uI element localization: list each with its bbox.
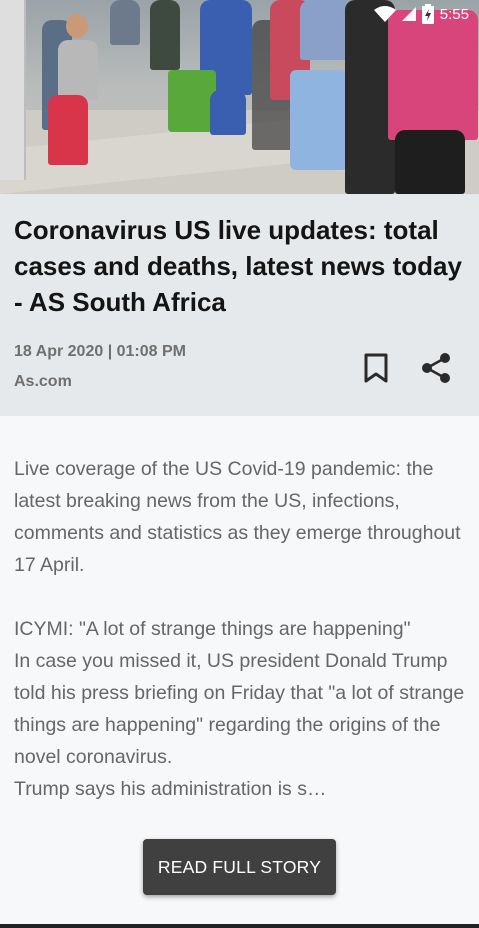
person-legs [210, 90, 246, 135]
person-legs [395, 130, 465, 194]
article-line: In case you missed it, US president Dona… [14, 650, 465, 768]
article-header: Coronavirus US live updates: total cases… [0, 194, 479, 416]
article-title: Coronavirus US live updates: total cases… [14, 215, 462, 317]
bookmark-button[interactable] [360, 351, 392, 385]
share-icon [422, 353, 450, 383]
wall [0, 0, 26, 180]
article-body: Live coverage of the US Covid-19 pandemi… [14, 453, 469, 805]
bookmark-icon [364, 353, 388, 383]
wifi-icon [373, 6, 396, 22]
person-figure [388, 10, 478, 140]
hero-image: 5:55 [0, 0, 479, 194]
shopping-bag [168, 70, 216, 132]
article-line: ICYMI: "A lot of strange things are happ… [14, 618, 411, 640]
article-source[interactable]: As.com [14, 373, 72, 391]
child-head [66, 14, 88, 38]
cart [150, 0, 180, 70]
article-line: Trump says his administration is s… [14, 778, 327, 800]
cell-signal-icon [401, 7, 416, 21]
article-paragraph: ICYMI: "A lot of strange things are happ… [14, 613, 469, 805]
share-button[interactable] [418, 351, 454, 385]
article-date: 18 Apr 2020 | 01:08 PM [14, 343, 186, 360]
read-full-story-button[interactable]: READ FULL STORY [143, 839, 336, 895]
article-paragraph: Live coverage of the US Covid-19 pandemi… [14, 458, 461, 576]
person-figure [110, 0, 140, 45]
blue-cart [290, 70, 348, 170]
person-figure [300, 0, 350, 60]
bottom-divider [0, 924, 479, 928]
child-figure [58, 40, 98, 100]
status-bar: 5:55 [373, 0, 479, 28]
child-legs [48, 95, 88, 165]
battery-icon [421, 4, 434, 24]
status-time: 5:55 [439, 5, 469, 23]
